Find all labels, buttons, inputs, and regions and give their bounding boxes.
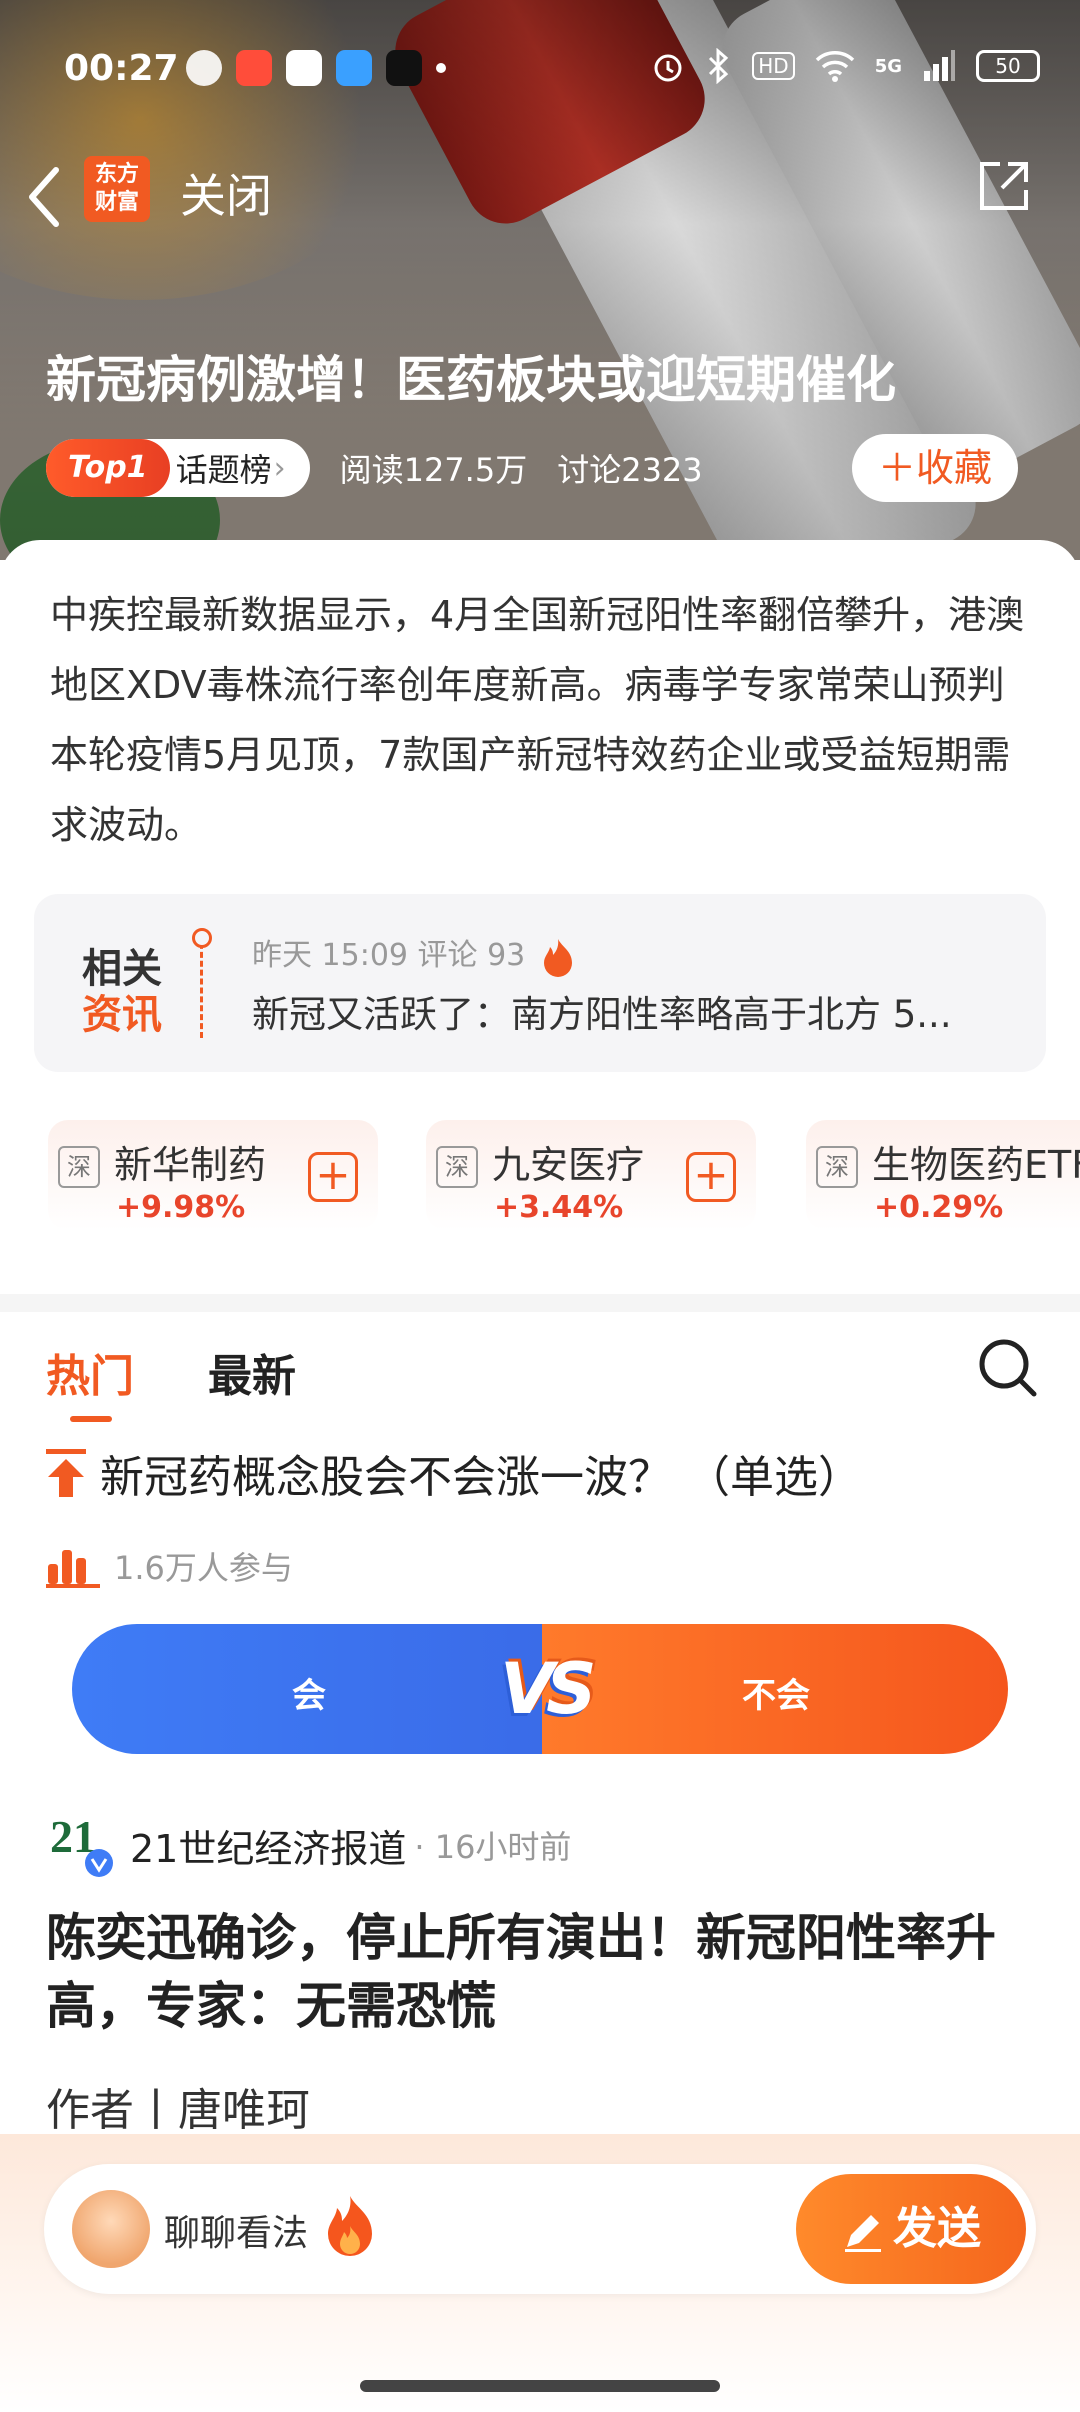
chevron-right-icon: › [273,450,286,486]
close-button[interactable]: 关闭 [180,160,272,226]
notification-icons [186,50,446,86]
signal-icon [924,50,955,81]
send-label: 发送 [893,2203,981,2254]
bar-chart-icon [46,1550,100,1588]
poll-question: 新冠药概念股会不会涨一波？ （单选） [46,1440,862,1506]
poll-participants-text: 1.6万人参与 [114,1549,293,1587]
collect-label: 收藏 [916,446,993,490]
alarm-icon [654,54,682,82]
poll-vote: 会 不会 VS [72,1624,1008,1754]
timeline-dot [192,928,212,948]
stock-card[interactable]: 深 九安医疗 +3.44% + [426,1120,756,1230]
source-name: 21世纪经济报道 [130,1826,407,1871]
market-badge: 深 [436,1146,478,1188]
related-label-top: 相关 [82,946,162,992]
bluetooth-icon [709,48,729,84]
comment-placeholder: 聊聊看法 [164,2213,309,2254]
vote-no-label: 不会 [742,1676,810,1716]
topic-rank-label: 话题榜 [175,451,272,489]
bottom-bar: 聊聊看法 发送 [0,2134,1080,2412]
plus-icon: ＋ [877,446,916,490]
market-badge: 深 [816,1146,858,1188]
stock-change: +3.44% [494,1190,624,1225]
network-label: 5G [874,55,902,77]
top1-badge: Top1 [46,439,170,497]
related-label-bottom: 资讯 [82,992,162,1038]
article-source[interactable]: 21 21世纪经济报道 · 16小时前 [46,1810,571,1880]
tab-latest[interactable]: 最新 [208,1340,296,1404]
timeline-line [200,934,203,1038]
vote-yes-label: 会 [292,1676,326,1716]
related-news-headline[interactable]: 新冠又活跃了：南方阳性率略高于北方 5... [252,984,1012,1038]
related-news-label: 相关 资讯 [82,946,162,1038]
summary-card: 中疾控最新数据显示，4月全国新冠阳性率翻倍攀升，港澳地区XDV毒株流行率创年度新… [0,540,1080,870]
verified-icon [85,1849,113,1877]
stock-change: +0.29% [874,1190,1004,1225]
send-button[interactable]: 发送 [796,2174,1026,2284]
stock-change: +9.98% [116,1190,246,1225]
vote-yes-button[interactable]: 会 [72,1624,552,1754]
app-red-icon [236,50,272,86]
hd-badge: HD [752,52,795,80]
share-icon[interactable] [974,156,1034,216]
article-author: 作者丨唐唯珂 [46,2085,310,2136]
stock-list: 深 新华制药 +9.98% + 深 九安医疗 +3.44% + 深 生物医药ET… [48,1120,1080,1230]
comment-input[interactable]: 聊聊看法 发送 [44,2164,1036,2294]
weather-icon [336,50,372,86]
wifi-icon [815,51,854,82]
top-nav: 东方 财富 关闭 [0,150,1080,250]
status-bar: 00:27 HD 5G 50 [0,0,1080,140]
app-logo: 东方 财富 [84,156,150,222]
pencil-icon [845,2215,881,2252]
read-count: 阅读127.5万 [339,451,528,489]
topic-title: 新冠病例激增！医药板块或迎短期催化 [46,351,896,409]
tab-active-indicator [70,1416,112,1422]
source-avatar: 21 [46,1810,116,1880]
stock-card[interactable]: 深 新华制药 +9.98% + [48,1120,378,1230]
app-logo-text: 东方 财富 [94,162,139,215]
topic-meta: Top1 话题榜 › 阅读127.5万 讨论2323 [46,438,703,498]
poll-question-text: 新冠药概念股会不会涨一波？ （单选） [100,1452,862,1503]
fire-icon [328,2196,372,2256]
tab-hot[interactable]: 热门 [46,1340,134,1404]
status-right: HD 5G 50 [650,48,1040,84]
section-divider [0,1294,1080,1312]
stock-name: 生物医药ETF [872,1143,1080,1187]
fire-icon [543,938,572,977]
trend-up-icon [46,1449,86,1497]
stock-name: 新华制药 [114,1143,267,1187]
discuss-count: 讨论2323 [557,451,703,489]
search-icon[interactable] [976,1336,1040,1400]
poll-participants: 1.6万人参与 [46,1544,293,1588]
battery-indicator: 50 [976,50,1040,82]
stock-card[interactable]: 深 生物医药ETF +0.29% [806,1120,1080,1230]
article-title[interactable]: 陈奕迅确诊，停止所有演出！新冠阳性率升高，专家：无需恐慌 [46,1904,1046,2040]
article-time: · 16小时前 [414,1828,572,1866]
user-avatar [72,2190,150,2268]
status-time: 00:27 [64,48,179,89]
vs-badge: VS [500,1648,597,1730]
topic-summary: 中疾控最新数据显示，4月全国新冠阳性率翻倍攀升，港澳地区XDV毒株流行率创年度新… [50,593,1025,847]
more-dot-icon [436,63,446,73]
market-badge: 深 [58,1146,100,1188]
related-news-meta: 昨天 15:09 评论 93 [252,930,575,977]
wechat-icon [186,50,222,86]
tiktok-icon [386,50,422,86]
add-watchlist-icon[interactable]: + [308,1152,358,1202]
feed-tabs: 热门 最新 [0,1312,1080,1422]
vote-no-button[interactable]: 不会 [542,1624,1008,1754]
stock-name: 九安医疗 [492,1143,645,1187]
related-news[interactable]: 相关 资讯 昨天 15:09 评论 93 新冠又活跃了：南方阳性率略高于北方 5… [34,894,1046,1072]
topic-rank-badge[interactable]: Top1 话题榜 › [46,439,310,497]
baidu-icon [286,50,322,86]
add-watchlist-icon[interactable]: + [686,1152,736,1202]
related-news-meta-text: 昨天 15:09 评论 93 [252,938,526,973]
collect-button[interactable]: ＋收藏 [852,434,1018,502]
home-indicator[interactable] [360,2380,720,2392]
back-icon[interactable] [24,162,64,232]
